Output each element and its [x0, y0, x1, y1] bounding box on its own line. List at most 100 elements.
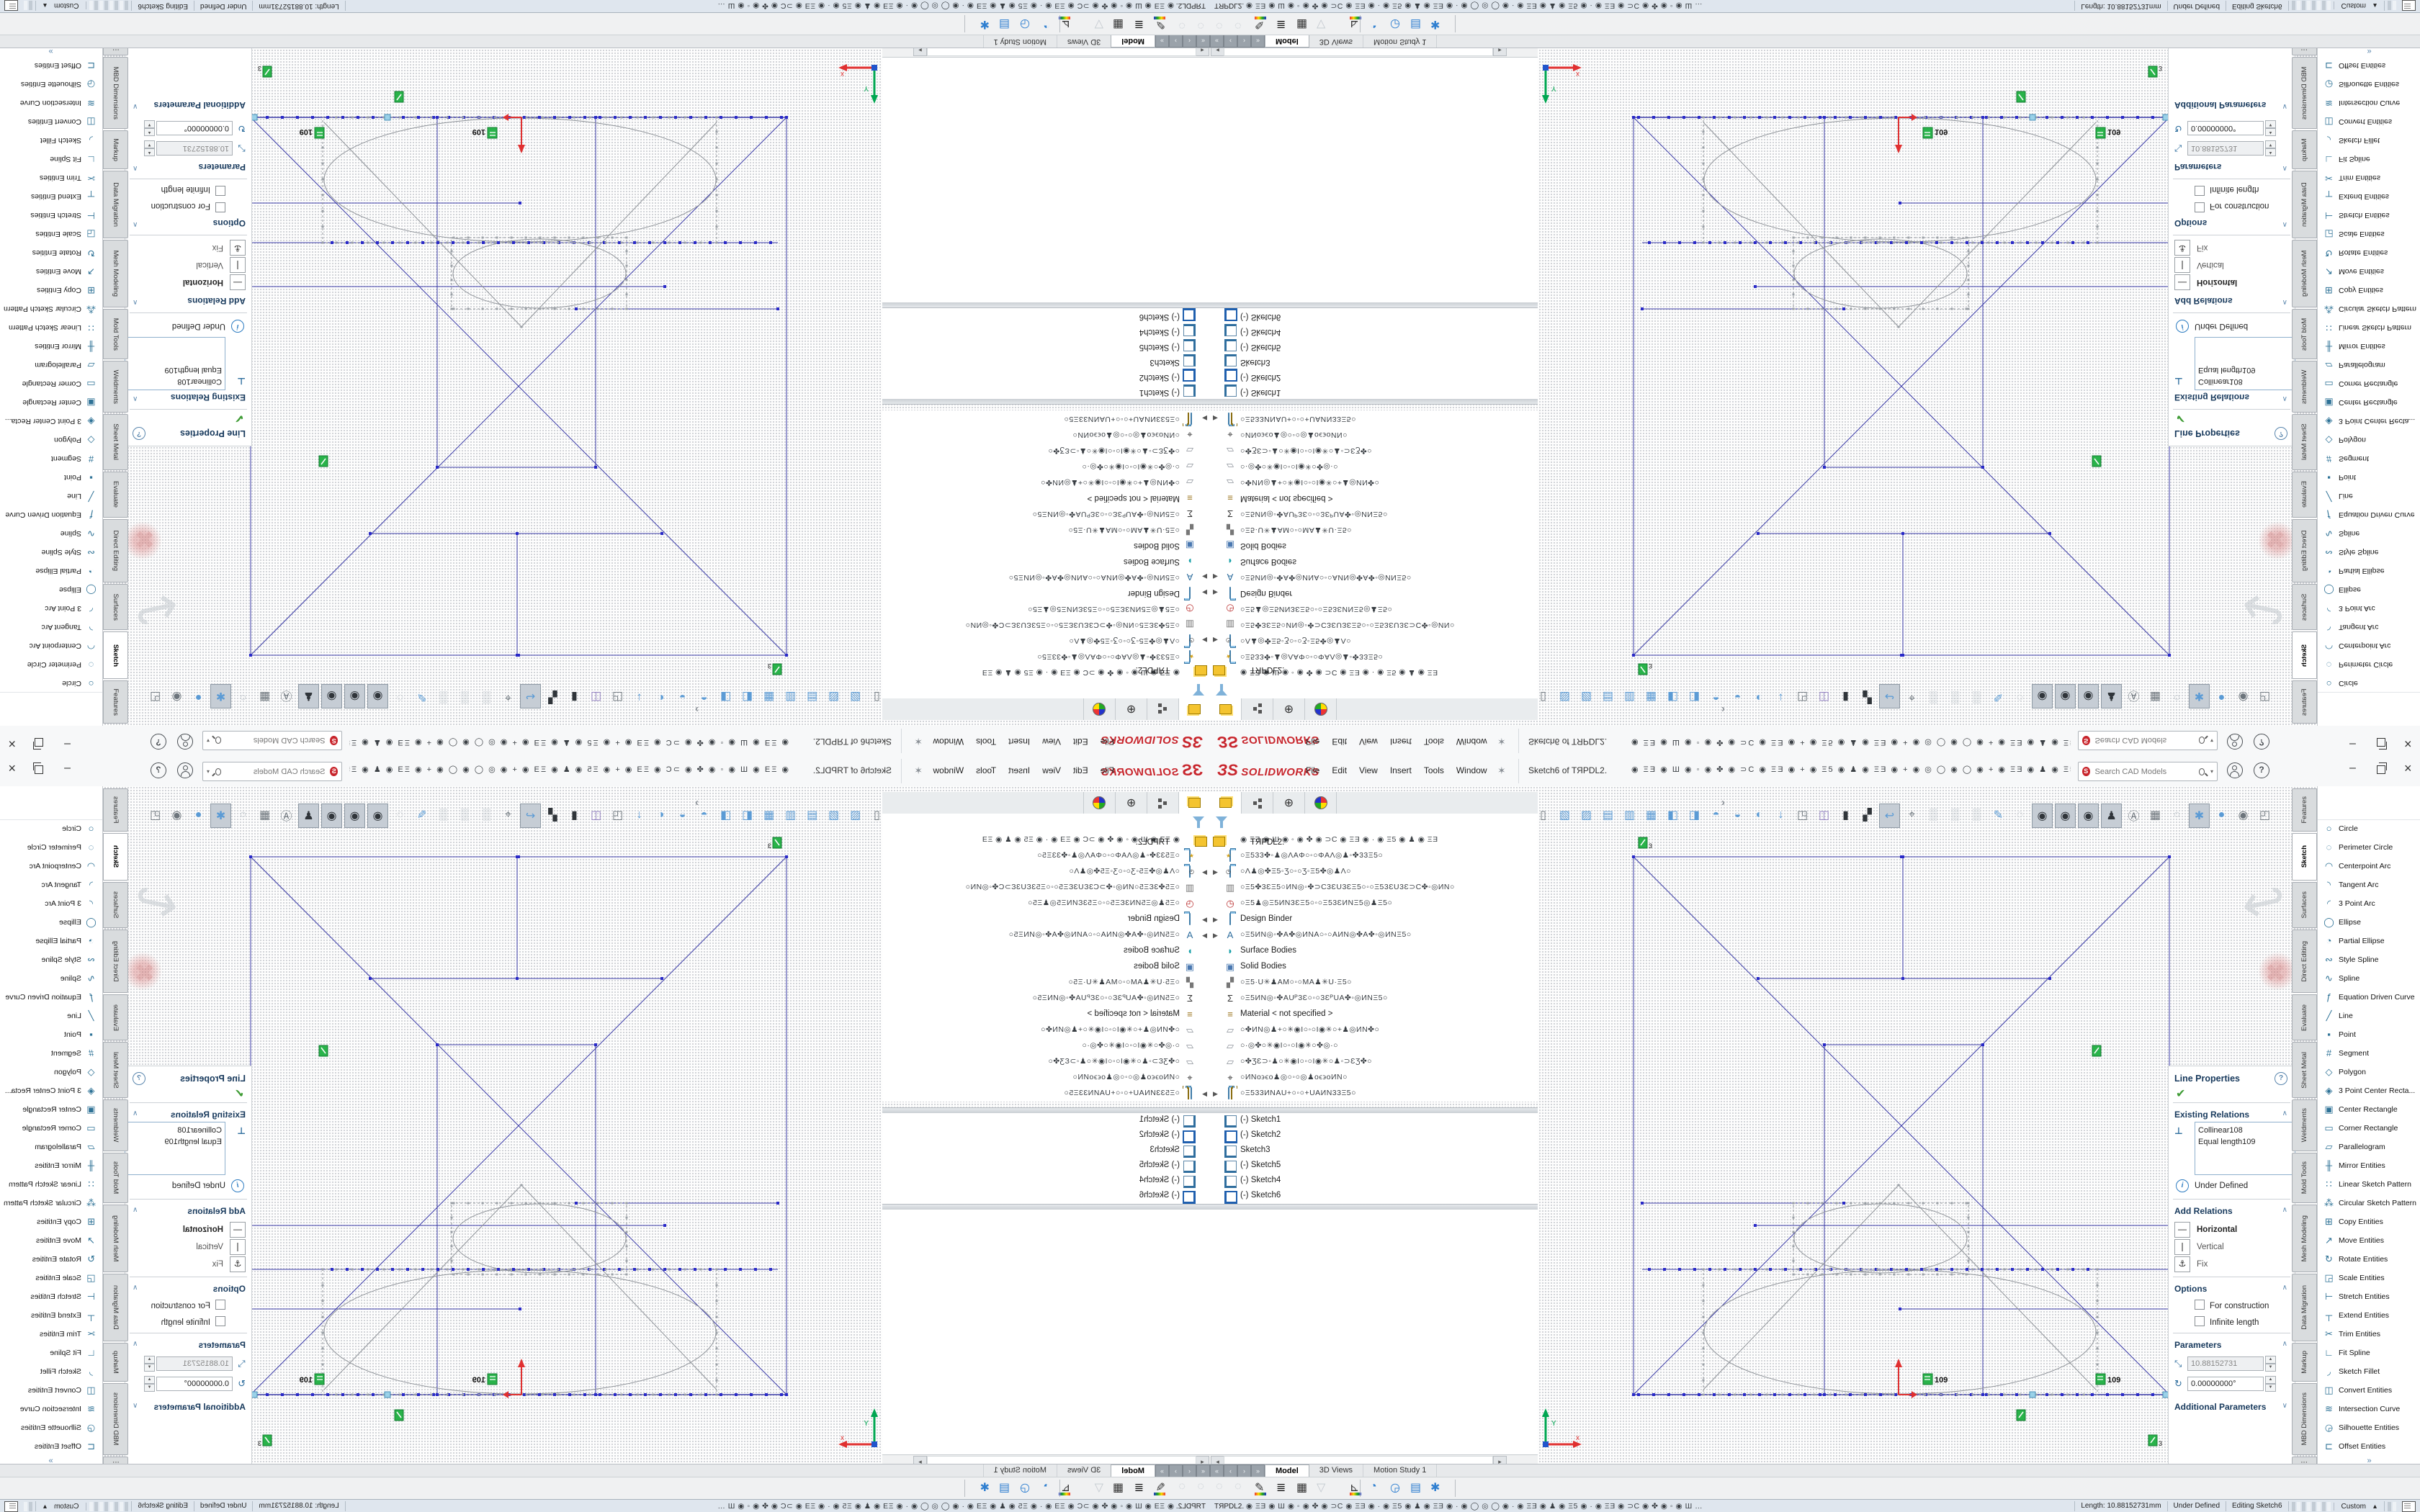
snap-icon[interactable]: ⌖	[1902, 804, 1922, 827]
collapse-chevron-icon[interactable]: ∧	[2282, 395, 2287, 402]
cube-icon[interactable]: ◰	[2255, 685, 2275, 708]
boundary-icon[interactable]: ▦	[1641, 685, 1661, 708]
checkbox-icon[interactable]	[2195, 186, 2205, 196]
parameters-header[interactable]: Parameters	[2174, 162, 2221, 172]
annotation-view-icon[interactable]: Ⓐ	[2124, 804, 2143, 827]
sketch-point-tag[interactable]: 3	[258, 65, 272, 77]
command-tab-sketch[interactable]: Sketch	[2292, 833, 2317, 881]
cut-revolve-icon[interactable]: ◨	[1685, 685, 1704, 708]
sketch-list-item[interactable]: (-) Sketch6	[1210, 1189, 1538, 1204]
menu-edit[interactable]: Edit	[1073, 737, 1088, 747]
scrollbar-track[interactable]	[1224, 1456, 1493, 1464]
document-tab-motion-study-1[interactable]: Motion Study 1	[1363, 35, 1437, 48]
view-eye-icon[interactable]: ◉	[367, 804, 388, 828]
expand-arrow-icon[interactable]: ▶	[1213, 572, 1218, 580]
command-tab-surfaces[interactable]: Surfaces	[2292, 584, 2317, 630]
menu-edit[interactable]: Edit	[1332, 765, 1347, 775]
scroll-right-icon[interactable]: ▸	[913, 1456, 927, 1464]
menu-item-equation-driven-curve[interactable]: ƒEquation Driven Curve	[2318, 989, 2420, 1007]
relation-item[interactable]: Equal length109	[2198, 1136, 2292, 1148]
sketch-point-tag[interactable]: 3	[1639, 837, 1652, 850]
menu-insert[interactable]: Insert	[1390, 737, 1412, 747]
menu-item-stretch-entities[interactable]: ⊢Stretch Entities	[0, 1288, 102, 1307]
sketch-list-item[interactable]: Sketch3	[1210, 1143, 1538, 1158]
folder-settings-icon[interactable]: ▤	[999, 1480, 1010, 1495]
disabled-icon[interactable]: ○	[2167, 685, 2187, 708]
tree-item[interactable]: ≡Material < not specified >	[1210, 1007, 1538, 1022]
property-manager-tab[interactable]	[1242, 698, 1273, 720]
command-tab-direct-editing[interactable]: Direct Editing	[2292, 930, 2317, 993]
command-tab-mesh-modeling[interactable]: Mesh Modeling	[2292, 240, 2317, 307]
insert-icon[interactable]: ↓	[1771, 804, 1791, 827]
last-tab-icon[interactable]: »	[1155, 34, 1169, 48]
menu-item-linear-sketch-pattern[interactable]: ∷Linear Sketch Pattern	[2318, 318, 2420, 336]
length-field[interactable]: 10.88152731	[156, 141, 233, 156]
infinite-length-checkbox[interactable]: Infinite length	[161, 1316, 225, 1327]
command-tab--[interactable]: ⋮	[2292, 1457, 2317, 1464]
search-icon[interactable]	[2199, 737, 2205, 744]
menu-item-tangent-arc[interactable]: ◝Tangent Arc	[0, 617, 102, 636]
tree-item[interactable]: ▱○✤ИN◎♟+○✳◉I○◦○I◉✳○+♟◎ИN✤○	[882, 1022, 1210, 1038]
add-relations-header[interactable]: Add Relations	[2174, 296, 2233, 306]
menu-tools[interactable]: Tools	[1424, 765, 1444, 775]
expand-arrow-icon[interactable]: ▶	[1202, 932, 1207, 940]
menu-item-offset-entities[interactable]: ⊏Offset Entities	[0, 55, 102, 74]
mirror-feature-icon[interactable]: ◳	[608, 685, 627, 708]
tree-root-item[interactable]: TЯPDL2.◉ ΞƎ ◉ Ш ◉ ◦ ◉ ✤ ◉ ⊃C ◉ ΞƎ ◉ · ◉ …	[882, 664, 1210, 680]
menu-item-parallelogram[interactable]: ▱Parallelogram	[2318, 1138, 2420, 1157]
sketch-list-item[interactable]: (-) Sketch4	[1210, 1174, 1538, 1189]
tree-item[interactable]: ▱○·◎✤○✳◉I○◦○I◉✳○✤◎·○	[1210, 1038, 1538, 1054]
scroll-left-icon[interactable]: ◂	[1196, 48, 1209, 56]
sketch-list-item[interactable]: Sketch3	[1210, 354, 1538, 369]
command-tab-sketch[interactable]: Sketch	[2292, 631, 2317, 679]
configuration-tab[interactable]: ⊕	[1115, 792, 1147, 814]
pin-icon[interactable]: ✶	[914, 765, 923, 777]
property-manager-tab[interactable]	[1147, 792, 1178, 814]
search-input[interactable]	[2094, 736, 2199, 746]
display-manager-tab[interactable]	[1083, 698, 1115, 720]
tree-item[interactable]: ◗Surface Bodies	[1210, 943, 1538, 959]
existing-relations-header[interactable]: Existing Relations	[171, 392, 246, 402]
menu-item-circle[interactable]: ○Circle	[2318, 820, 2420, 839]
sketch-list-item[interactable]: (-) Sketch4	[1210, 323, 1538, 338]
close-button[interactable]: ×	[2404, 736, 2412, 751]
menu-item-perimeter-circle[interactable]: ◌Perimeter Circle	[0, 654, 102, 673]
menu-item-spline[interactable]: ∿Spline	[2318, 523, 2420, 542]
menu-item-equation-driven-curve[interactable]: ƒEquation Driven Curve	[0, 505, 102, 523]
command-tab-markup[interactable]: Markup	[103, 1343, 128, 1382]
titlebar-toolbar-icons[interactable]: ◉ ΞƎ ◉ Ш ◉ ◦ ◉ ✤ ◉ ⊃C ◉ ΞƎ ◉ + ◉ Ξ5 ◉ ♟ …	[1631, 765, 2071, 774]
mirror-feature-icon[interactable]: ◳	[1793, 804, 1812, 827]
tree-filter-row[interactable]	[1210, 814, 1538, 833]
menu-item-partial-ellipse[interactable]: ◔Partial Ellipse	[0, 561, 102, 580]
disabled-icon[interactable]: ▒	[477, 804, 496, 827]
sketch-point-tag[interactable]	[2017, 91, 2025, 102]
sweep-icon[interactable]: ▤	[802, 804, 822, 827]
sketch-canvas[interactable]: Y x 3 109	[194, 835, 900, 1464]
dimension-109[interactable]: 109	[472, 1374, 497, 1385]
command-tab-features[interactable]: Features	[2292, 788, 2317, 832]
tree-item[interactable]: ★○Ξ533✤◦♟◎ΛAΦ○◦○ΦAΛ◎♟◦✤33Ξ5○	[882, 848, 1210, 864]
undo-icon[interactable]: ↩	[520, 804, 541, 828]
tree-item[interactable]: ▶A○Ξ5ИN◎◦✤A✤◎ИNA○◦○AИN◎✤A✤◦◎ИNΞ5○	[882, 927, 1210, 943]
menu-item-scale-entities[interactable]: ◲Scale Entities	[0, 224, 102, 243]
menu-item-segment[interactable]: #Segment	[2318, 1045, 2420, 1063]
menu-item-copy-entities[interactable]: ⊞Copy Entities	[2318, 1213, 2420, 1232]
pin-icon[interactable]: ✶	[1497, 735, 1506, 747]
titlebar-toolbar-icons[interactable]: ◉ ΞƎ ◉ Ш ◉ ◦ ◉ ✤ ◉ ⊃C ◉ ΞƎ ◉ + ◉ Ξ5 ◉ ♟ …	[349, 765, 789, 774]
search-box[interactable]: S ▾	[2078, 762, 2218, 781]
measure-icon[interactable]: ⊾	[1350, 1482, 1359, 1494]
sketch-list-item[interactable]: (-) Sketch2	[1210, 1128, 1538, 1143]
zebra-icon[interactable]: ▞	[1857, 804, 1877, 827]
help-icon[interactable]: ?	[2254, 734, 2269, 750]
menu-item-trim-entities[interactable]: ✂Trim Entities	[2318, 168, 2420, 186]
disabled-icon[interactable]: ▒	[434, 685, 453, 708]
minimize-button[interactable]: –	[64, 737, 71, 750]
command-tab-sketch[interactable]: Sketch	[103, 833, 128, 881]
tree-item[interactable]: Σ○Ξ5ИN◎◦✤AUᴾ3Ɛ○◦○3ƐᴾUA✤◦◎ИNΞ5○	[882, 505, 1210, 521]
menu-item-segment[interactable]: #Segment	[0, 1045, 102, 1063]
menu-item-linear-sketch-pattern[interactable]: ∷Linear Sketch Pattern	[0, 318, 102, 336]
menu-item-segment[interactable]: #Segment	[2318, 449, 2420, 467]
part-manager-tab[interactable]	[1178, 792, 1210, 814]
for-construction-checkbox[interactable]: For construction	[2195, 1300, 2269, 1310]
tag-editor-icon[interactable]	[4, 1501, 18, 1512]
